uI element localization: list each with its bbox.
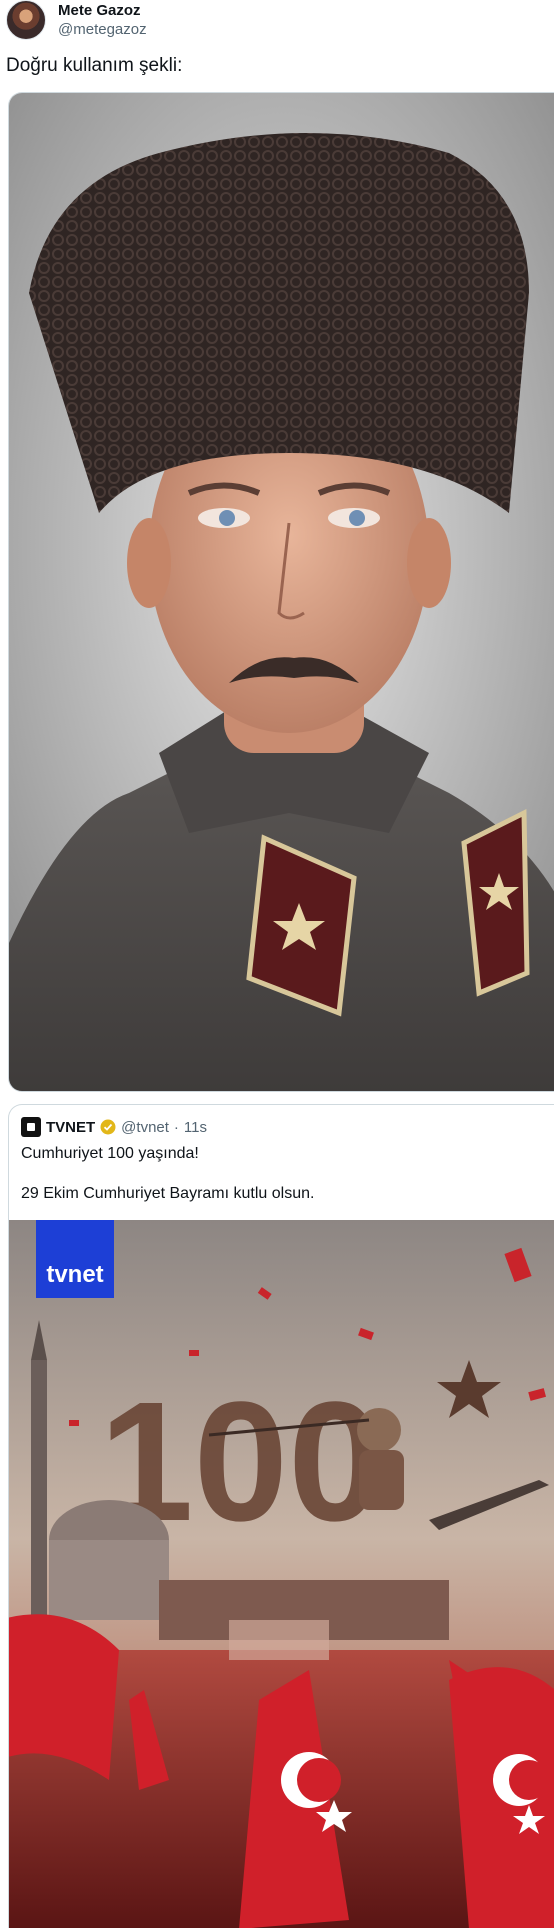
- author-handle[interactable]: @metegazoz: [58, 21, 147, 38]
- avatar[interactable]: [6, 0, 46, 40]
- republic-100-poster: tvnet 100: [9, 1220, 554, 1928]
- tweet-photo[interactable]: [8, 92, 554, 1092]
- tvnet-logo-icon: [21, 1117, 41, 1137]
- quoted-image[interactable]: tvnet 100: [9, 1220, 554, 1928]
- author-name[interactable]: Mete Gazoz: [58, 2, 141, 19]
- tweet-text: Doğru kullanım şekli:: [6, 55, 183, 76]
- quoted-timestamp[interactable]: 11s: [184, 1119, 207, 1136]
- quoted-text-line-2: 29 Ekim Cumhuriyet Bayramı kutlu olsun.: [21, 1185, 315, 1202]
- tvnet-badge-text: tvnet: [46, 1261, 103, 1288]
- quoted-author-name[interactable]: TVNET: [46, 1119, 95, 1136]
- quoted-tweet[interactable]: TVNET @tvnet · 11s Cumhuriyet 100 yaşınd…: [8, 1104, 554, 1928]
- portrait-image: [9, 93, 554, 1091]
- separator-dot: ·: [173, 1118, 179, 1136]
- quoted-author-handle[interactable]: @tvnet: [121, 1119, 169, 1136]
- verified-badge-icon: [100, 1119, 116, 1135]
- quoted-text-line-1: Cumhuriyet 100 yaşında!: [21, 1145, 199, 1162]
- quoted-header: TVNET @tvnet · 11s: [21, 1117, 207, 1137]
- tweet-header: Mete Gazoz @metegazoz: [0, 0, 554, 44]
